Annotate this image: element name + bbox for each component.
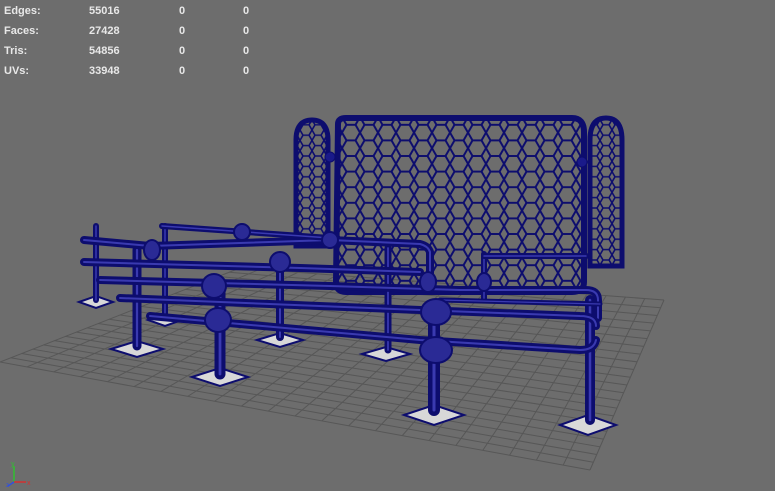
joint-knob (419, 271, 437, 293)
axis-label-z: z (6, 483, 9, 488)
stat-value: 0 (243, 25, 250, 37)
3d-viewport[interactable]: Edges: 55016 0 0 Faces: 27428 0 0 Tris: … (0, 0, 775, 491)
stat-label: UVs: (4, 65, 30, 77)
stat-value: 0 (179, 45, 186, 57)
stat-value: 0 (179, 5, 186, 17)
joint-knob (321, 231, 339, 249)
joint-knob (204, 307, 232, 333)
stat-value: 0 (243, 45, 250, 57)
stat-label: Edges: (4, 5, 41, 17)
joint-knob (420, 298, 452, 326)
stat-label: Faces: (4, 25, 39, 37)
stat-value: 33948 (89, 65, 120, 77)
stat-value: 0 (179, 65, 186, 77)
stat-value: 54856 (89, 45, 120, 57)
grid-line (32, 348, 601, 448)
stat-value: 0 (179, 25, 186, 37)
stat-value: 55016 (89, 5, 120, 17)
stat-value: 27428 (89, 25, 120, 37)
joint-knob (476, 272, 492, 292)
joint-knob (143, 239, 161, 261)
grid-line (0, 361, 591, 471)
joint-knob (201, 273, 227, 299)
stat-label: Tris: (4, 45, 28, 57)
grid-line (10, 357, 594, 463)
axis-label-y: y (11, 461, 15, 468)
stat-value: 0 (243, 5, 250, 17)
joint-knob (419, 336, 453, 364)
axis-label-x: x (27, 480, 31, 487)
view-axis-icon: y x z (6, 461, 31, 488)
joint-knob (233, 223, 251, 241)
joint-knob (269, 251, 291, 273)
stat-value: 0 (243, 65, 250, 77)
